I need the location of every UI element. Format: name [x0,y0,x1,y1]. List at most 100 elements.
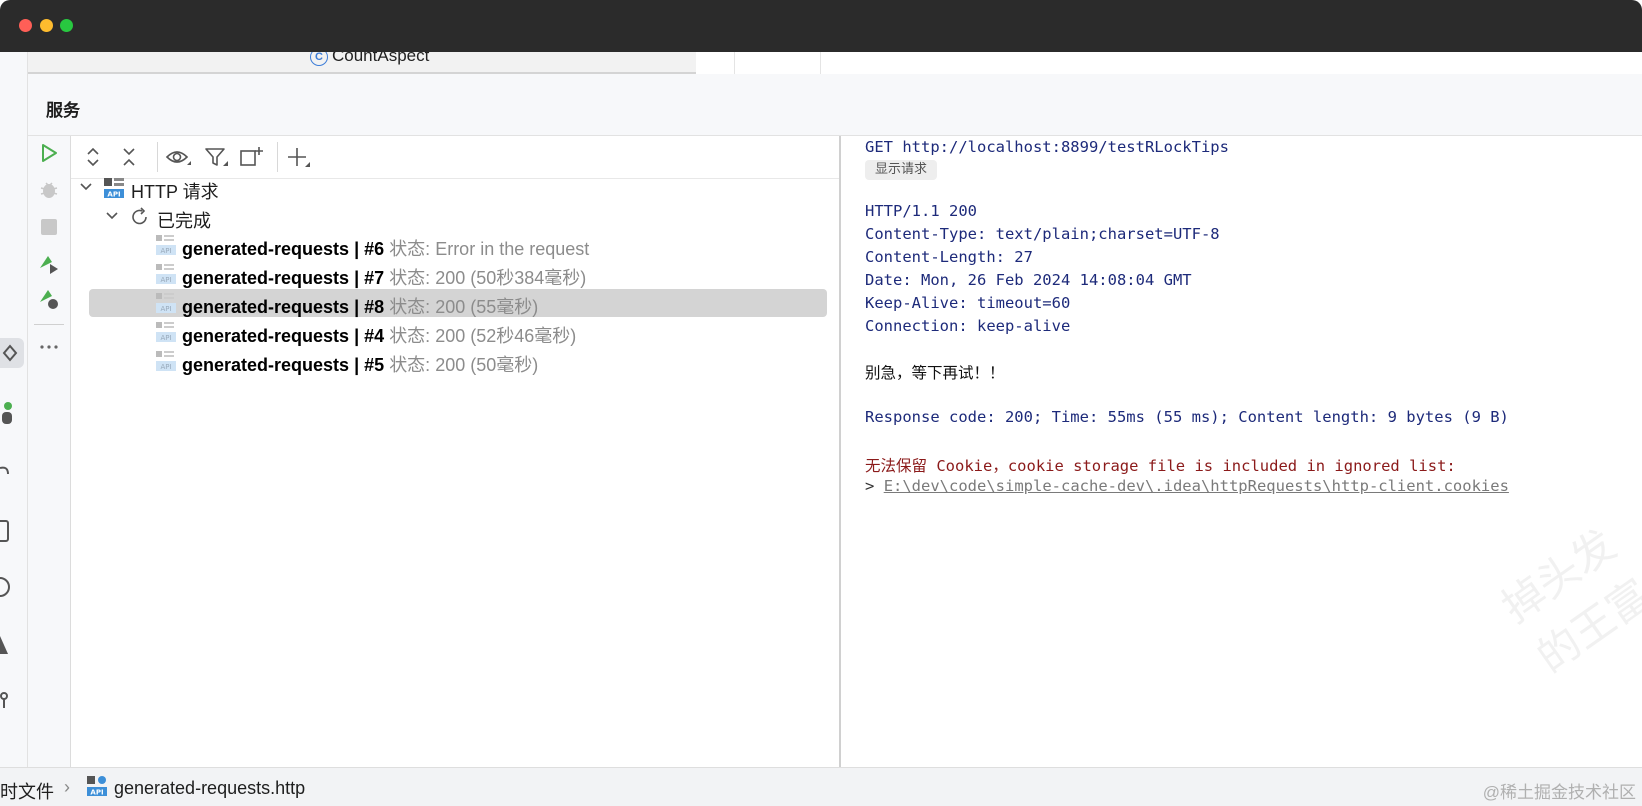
api-file-icon: API [155,234,177,256]
svg-text:API: API [90,789,103,797]
services-tool-icon[interactable] [0,338,24,368]
tool-window-strip [0,52,28,767]
request-name: generated-requests [182,326,350,346]
services-tree-pane: API HTTP 请求 已完成 API generated-requests |… [71,136,841,767]
tree-node-completed[interactable]: 已完成 [71,202,839,232]
request-label: generated-requests | #6 状态: Error in the… [182,235,589,261]
svg-text:API: API [160,276,171,284]
filter-icon[interactable] [203,145,228,169]
run-with-coverage-icon[interactable] [38,252,60,274]
request-name: generated-requests [182,239,350,259]
request-number: #7 [364,268,385,288]
services-title: 服务 [46,101,80,120]
svg-text:API: API [160,247,171,255]
close-window-button[interactable] [19,19,32,32]
watermark-text: 掉头发的王富 [1493,519,1642,683]
breadcrumb-file[interactable]: generated-requests.http [114,778,305,799]
expand-all-icon[interactable] [81,145,105,169]
request-name: generated-requests [182,268,350,288]
request-number: #5 [364,355,385,375]
divider [277,142,278,172]
response-header: Keep-Alive: timeout=60 [865,294,1071,312]
request-label: generated-requests | #7 状态: 200 (50秒384毫… [182,264,586,290]
divider [34,324,64,325]
run-icon[interactable] [38,142,60,164]
debug-icon[interactable] [38,178,60,200]
cookie-file-link[interactable]: E:\dev\code\simple-cache-dev\.idea\httpR… [884,477,1509,495]
tree-node-label: HTTP 请求 [131,182,219,202]
request-status: 状态: 200 (50毫秒) [389,355,539,375]
request-status: 状态: 200 (55毫秒) [389,297,539,317]
terminal-tool-icon[interactable] [0,460,24,490]
request-row-6[interactable]: API generated-requests | #6 状态: Error in… [71,230,839,260]
request-name: generated-requests [182,355,350,375]
collapse-all-icon[interactable] [117,145,141,169]
chevron-down-icon[interactable] [103,207,121,225]
request-number: #8 [364,297,385,317]
problems-tool-icon[interactable] [0,516,24,546]
request-row-7[interactable]: API generated-requests | #7 状态: 200 (50秒… [71,259,839,289]
status-line: HTTP/1.1 200 [865,202,977,220]
editor-tab-label: C CountAspect [310,52,429,66]
request-separator: | [354,355,360,375]
more-actions-icon[interactable] [38,336,60,358]
services-panel-header: 服务 [28,74,1642,136]
request-status: 状态: 200 (52秒46毫秒) [389,326,577,346]
request-separator: | [354,326,360,346]
request-separator: | [354,297,360,317]
svg-text:API: API [160,363,171,371]
new-group-icon[interactable] [239,145,263,169]
request-label: generated-requests | #8 状态: 200 (55毫秒) [182,293,538,319]
response-header: Connection: keep-alive [865,317,1071,335]
request-row-5[interactable]: API generated-requests | #5 状态: 200 (50毫… [71,346,839,376]
request-label: generated-requests | #5 状态: 200 (50毫秒) [182,351,538,377]
tree-node-http-requests[interactable]: API HTTP 请求 [71,173,839,203]
editor-tab[interactable]: C CountAspect [28,52,696,74]
svg-text:API: API [160,305,171,313]
api-icon: API [103,177,125,199]
response-header: Date: Mon, 26 Feb 2024 14:08:04 GMT [865,271,1192,289]
request-status: 状态: Error in the request [389,239,590,259]
warning-tool-icon[interactable] [0,630,24,660]
divider [820,52,821,74]
minimize-window-button[interactable] [40,19,53,32]
request-row-8[interactable]: API generated-requests | #8 状态: 200 (55毫… [71,288,839,318]
breadcrumb-scratches[interactable]: 时文件 [0,778,54,804]
java-class-icon: C [310,52,328,66]
chevron-down-icon[interactable] [77,178,95,196]
api-file-icon: API [155,263,177,285]
view-options-icon[interactable] [165,145,191,169]
request-separator: | [354,268,360,288]
editor-tab-strip: C CountAspect [28,52,1642,75]
window-titlebar [0,0,1642,52]
request-number: #6 [364,239,385,259]
zoom-window-button[interactable] [60,19,73,32]
corner-watermark: @稀土掘金技术社区 [1482,783,1636,802]
breadcrumb-separator: › [64,777,70,797]
request-number: #4 [364,326,385,346]
svg-text:API: API [160,334,171,342]
cookie-prefix: > [865,477,875,495]
request-line: GET http://localhost:8899/testRLockTips [865,138,1229,156]
request-separator: | [354,239,360,259]
stop-icon[interactable] [38,216,60,238]
request-row-4[interactable]: API generated-requests | #4 状态: 200 (52秒… [71,317,839,347]
api-file-icon: API [155,292,177,314]
response-header: Content-Type: text/plain;charset=UTF-8 [865,225,1220,243]
response-body: 别急，等下再试！！ [865,364,1005,382]
cookie-path-line: > E:\dev\code\simple-cache-dev\.idea\htt… [865,477,1509,495]
refresh-icon [129,206,151,228]
response-pane: 掉头发的王富 GET http://localhost:8899/testRLo… [841,136,1642,767]
svg-text:API: API [107,191,120,199]
debug-with-coverage-icon[interactable] [38,288,60,310]
debug-tool-icon[interactable] [0,400,24,430]
response-summary: Response code: 200; Time: 55ms (55 ms); … [865,408,1509,426]
status-bar: 时文件 › API generated-requests.http @稀土掘金技… [0,767,1642,806]
request-name: generated-requests [182,297,350,317]
add-service-icon[interactable] [285,145,310,169]
response-header: Content-Length: 27 [865,248,1033,266]
request-status: 状态: 200 (50秒384毫秒) [389,268,587,288]
git-tool-icon[interactable] [0,572,24,602]
vcs-tool-icon[interactable] [0,686,24,716]
show-request-button[interactable]: 显示请求 [865,160,938,180]
